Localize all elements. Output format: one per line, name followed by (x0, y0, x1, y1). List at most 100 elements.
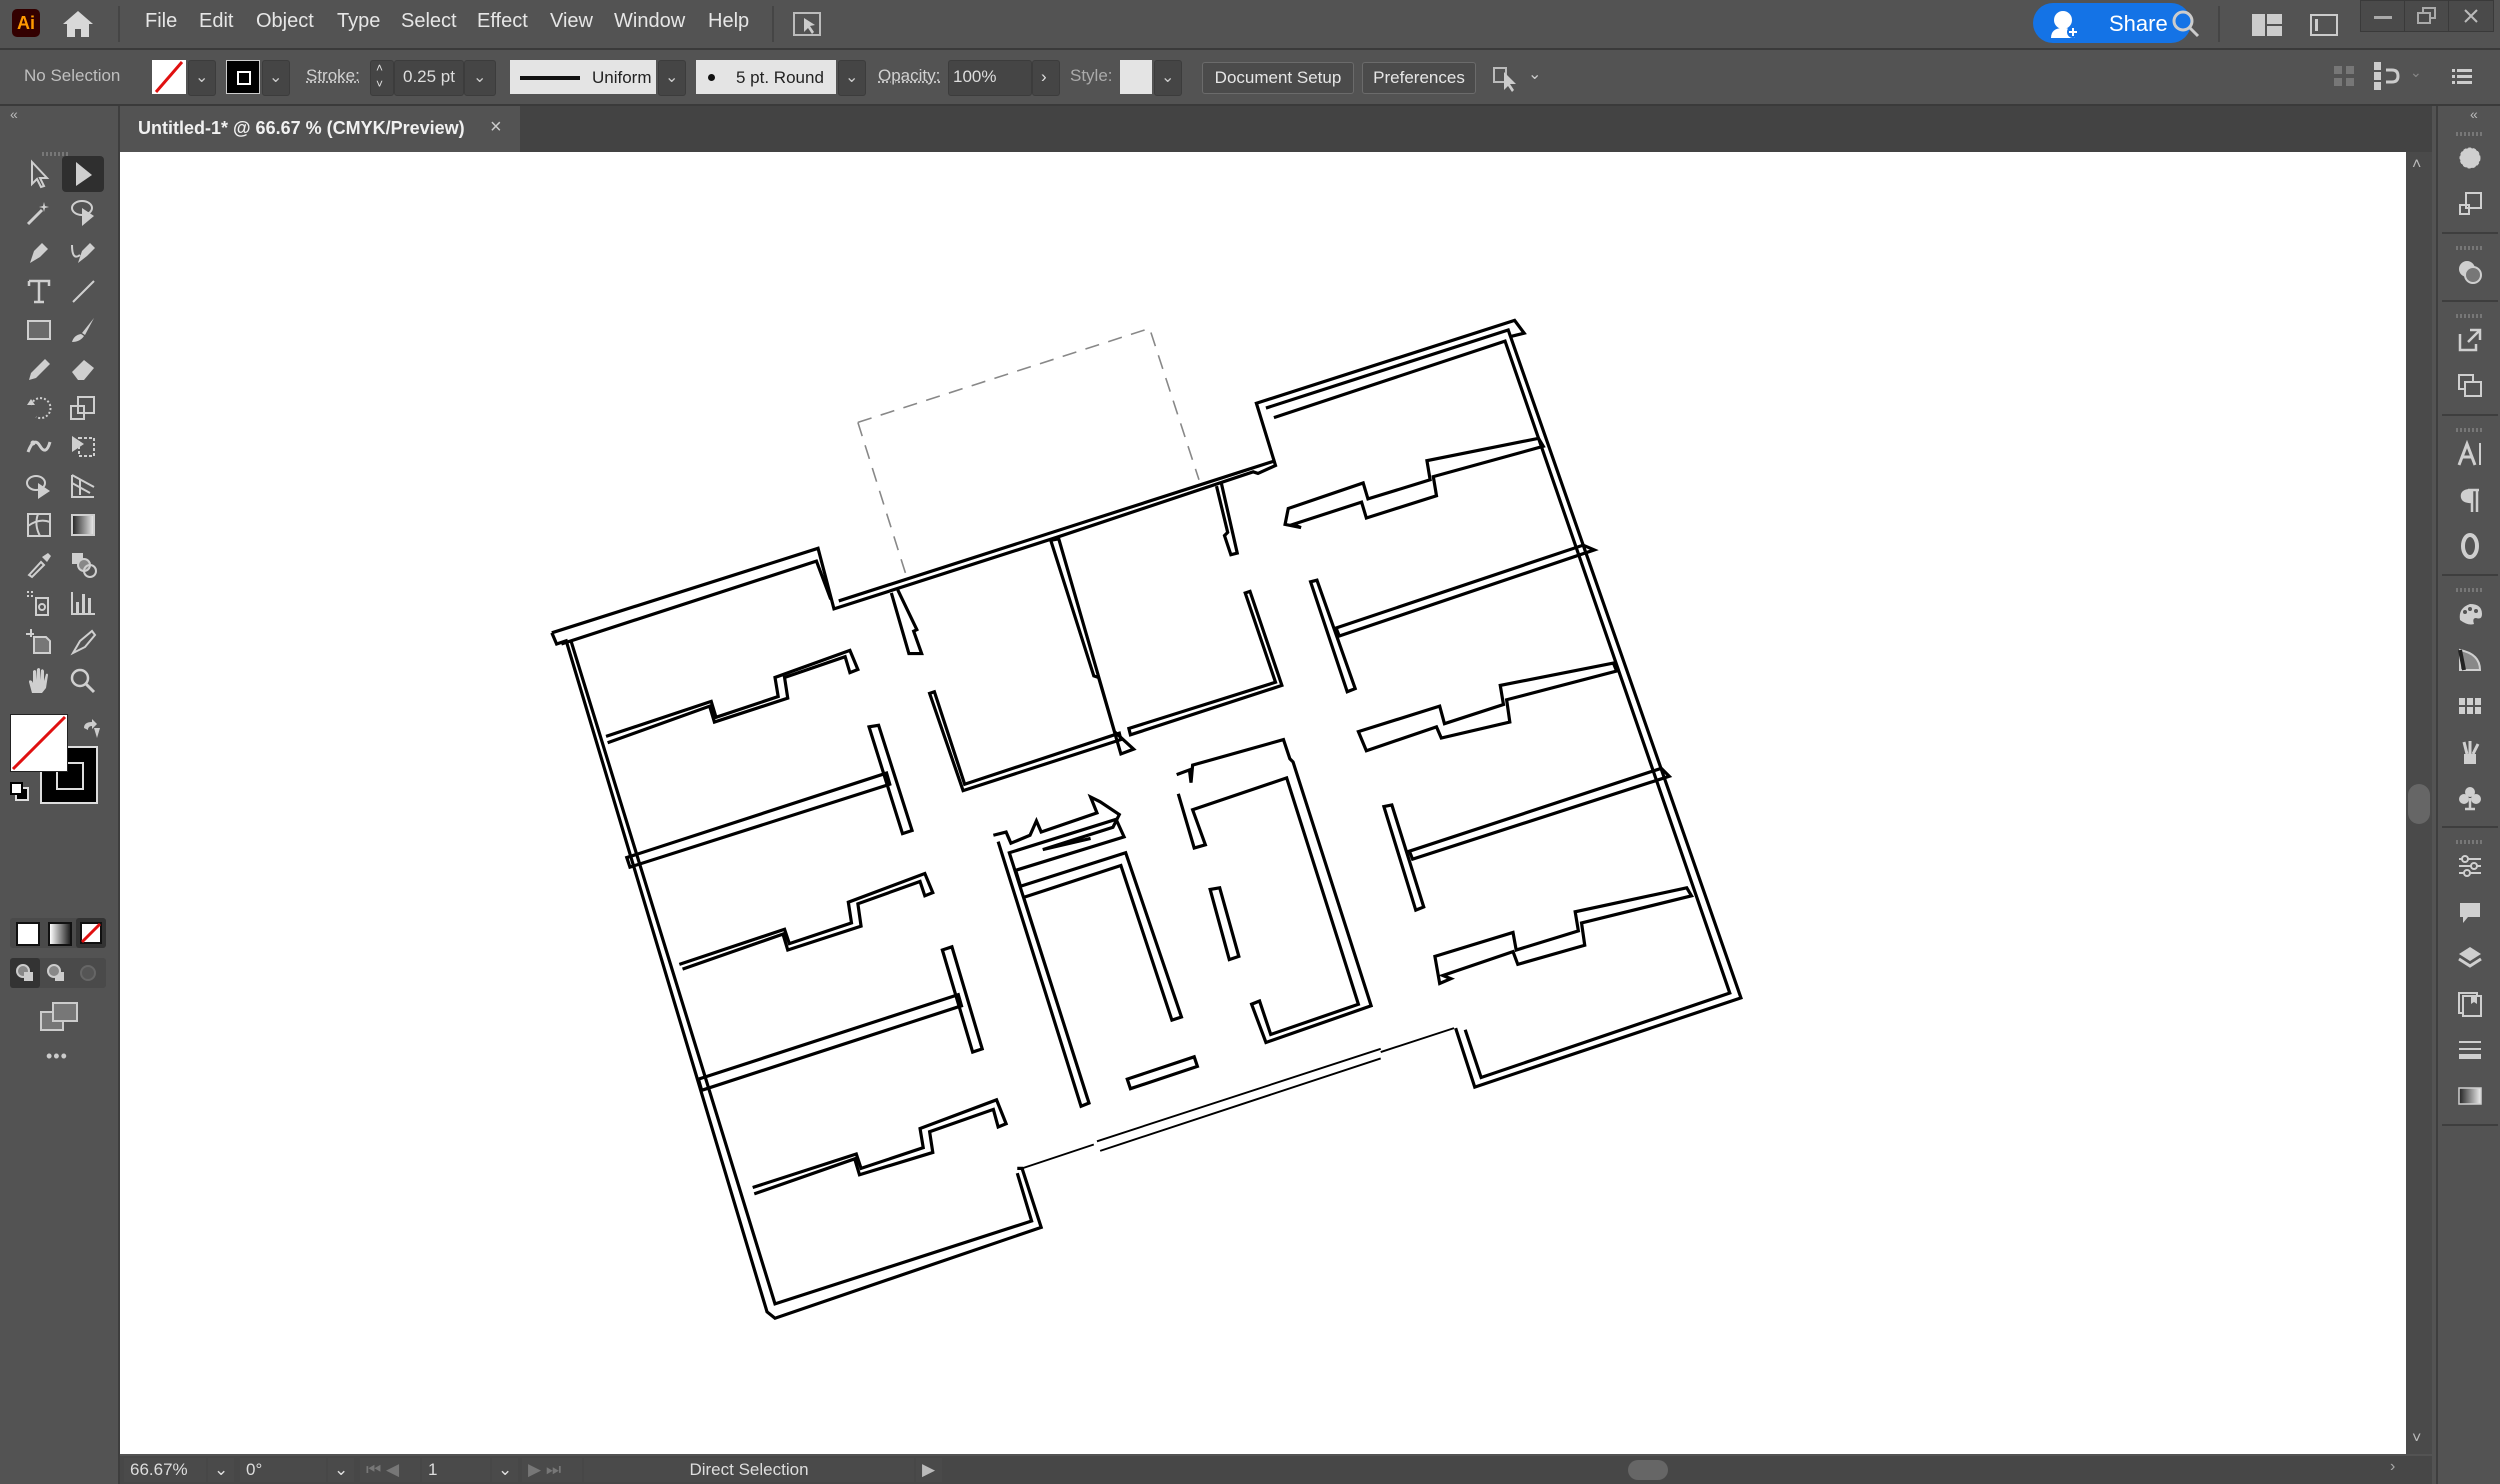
collapse-panel-icon[interactable]: « (10, 106, 18, 122)
workspace-switcher-icon[interactable] (2252, 14, 2282, 36)
symbol-sprayer-tool[interactable] (18, 585, 60, 621)
close-window-button[interactable] (2448, 0, 2494, 32)
panel-grip[interactable] (2456, 840, 2484, 844)
restore-button[interactable] (2404, 0, 2450, 32)
zoom-dropdown[interactable]: ⌄ (208, 1458, 234, 1482)
comments-panel-button[interactable] (2450, 894, 2490, 930)
appearance-panel-button[interactable] (2450, 140, 2490, 176)
paragraph-panel-button[interactable] (2450, 482, 2490, 518)
variable-width-profile[interactable]: Uniform (510, 60, 656, 94)
default-fill-stroke-icon[interactable] (10, 782, 30, 802)
eyedropper-tool[interactable] (18, 546, 60, 582)
lasso-tool[interactable] (62, 195, 104, 231)
magic-wand-tool[interactable] (18, 195, 60, 231)
menu-object[interactable]: Object (256, 10, 314, 33)
document-setup-button[interactable]: Document Setup (1202, 62, 1354, 94)
slice-tool[interactable] (62, 624, 104, 660)
brush-dropdown[interactable]: ⌄ (838, 60, 866, 96)
draw-normal-button[interactable] (10, 958, 40, 988)
menu-select[interactable]: Select (401, 10, 457, 33)
puppet-warp-tool[interactable] (18, 429, 60, 465)
blend-tool[interactable] (62, 546, 104, 582)
stroke-weight-dropdown[interactable]: ⌄ (464, 60, 496, 96)
opacity-input[interactable]: 100% (948, 60, 1032, 96)
artboard-tool[interactable] (18, 624, 60, 660)
swatches-panel-button[interactable] (2450, 688, 2490, 724)
pathfinder-panel-button[interactable] (2450, 254, 2490, 290)
gradient-button[interactable] (48, 922, 72, 946)
free-transform-tool[interactable] (62, 429, 104, 465)
menu-edit[interactable]: Edit (199, 10, 233, 33)
brush-definition[interactable]: 5 pt. Round (696, 60, 836, 94)
color-guide-panel-button[interactable] (2450, 642, 2490, 678)
properties-panel-button[interactable] (2450, 848, 2490, 884)
none-button[interactable] (76, 918, 106, 948)
menu-window[interactable]: Window (614, 10, 685, 33)
stroke-dropdown[interactable]: ⌄ (262, 60, 290, 96)
panel-menu-icon[interactable] (2452, 68, 2472, 86)
color-button[interactable] (16, 922, 40, 946)
fill-dropdown[interactable]: ⌄ (188, 60, 216, 96)
preferences-button[interactable]: Preferences (1362, 62, 1476, 94)
draw-behind-button[interactable] (46, 963, 66, 983)
type-tool[interactable] (18, 273, 60, 309)
share-button[interactable]: Share (2033, 3, 2191, 43)
transform-panel-button[interactable] (2450, 186, 2490, 222)
column-graph-tool[interactable] (62, 585, 104, 621)
artboard-nav-next-last[interactable]: ▶ ⏭ (522, 1458, 582, 1482)
document-tab[interactable]: Untitled-1* @ 66.67 % (CMYK/Preview) × (120, 106, 520, 152)
color-panel-button[interactable] (2450, 596, 2490, 632)
graphic-style-swatch[interactable] (1120, 60, 1152, 94)
swap-fill-stroke-icon[interactable] (80, 718, 104, 742)
artboard-dropdown[interactable]: ⌄ (492, 1458, 518, 1482)
menu-view[interactable]: View (550, 10, 593, 33)
rectangle-tool[interactable] (18, 312, 60, 348)
panel-grip[interactable] (2456, 246, 2484, 250)
align-panel-button[interactable] (2450, 1032, 2490, 1068)
menu-type[interactable]: Type (337, 10, 380, 33)
arrange-documents-icon[interactable] (792, 10, 822, 38)
artboards-panel-button[interactable] (2450, 368, 2490, 404)
curvature-tool[interactable] (62, 234, 104, 270)
first-artboard-icon[interactable]: ⏮ (366, 1460, 381, 1479)
opacity-expand-button[interactable]: › (1032, 60, 1060, 96)
pen-tool[interactable] (18, 234, 60, 270)
align-grid-icon[interactable] (2332, 64, 2356, 88)
hand-tool[interactable] (18, 663, 60, 699)
vertical-scroll-thumb[interactable] (2408, 784, 2430, 824)
gradient-tool[interactable] (62, 507, 104, 543)
libraries-panel-button[interactable] (2450, 986, 2490, 1022)
last-artboard-icon[interactable]: ⏭ (546, 1460, 561, 1479)
change-screen-mode-icon[interactable] (40, 1002, 78, 1032)
artboard-nav-first-prev[interactable]: ⏮ ◀ (360, 1458, 420, 1482)
line-segment-tool[interactable] (62, 273, 104, 309)
stroke-swatch[interactable] (226, 60, 260, 94)
search-icon[interactable] (2170, 8, 2202, 40)
selection-tool[interactable] (18, 156, 60, 192)
scroll-up-icon[interactable]: ˄ (2412, 156, 2421, 174)
pencil-tool[interactable] (18, 351, 60, 387)
scale-tool[interactable] (62, 390, 104, 426)
status-menu-button[interactable]: ▶ (916, 1458, 942, 1482)
shape-builder-tool[interactable] (18, 468, 60, 504)
symbols-panel-button[interactable] (2450, 780, 2490, 816)
next-artboard-icon[interactable]: ▶ (528, 1460, 541, 1479)
stroke-weight-input[interactable]: 0.25 pt (394, 60, 464, 96)
fill-swatch[interactable] (152, 60, 186, 94)
menu-help[interactable]: Help (708, 10, 749, 33)
mesh-tool[interactable] (18, 507, 60, 543)
screen-mode-icon[interactable] (2310, 14, 2338, 36)
draw-inside-button[interactable] (78, 963, 98, 983)
select-similar-icon[interactable] (1492, 62, 1522, 92)
opacity-label[interactable]: Opacity: (878, 66, 940, 86)
rotation-input[interactable]: 0° (240, 1458, 326, 1482)
fill-swatch-large[interactable] (10, 714, 68, 772)
layers-panel-button[interactable] (2450, 940, 2490, 976)
artboard-number-input[interactable]: 1 (422, 1458, 490, 1482)
perspective-grid-tool[interactable] (62, 468, 104, 504)
export-panel-button[interactable] (2450, 322, 2490, 358)
paintbrush-tool[interactable] (62, 312, 104, 348)
menu-file[interactable]: File (145, 10, 177, 33)
panel-grip[interactable] (2456, 314, 2484, 318)
previous-artboard-icon[interactable]: ◀ (386, 1460, 399, 1479)
